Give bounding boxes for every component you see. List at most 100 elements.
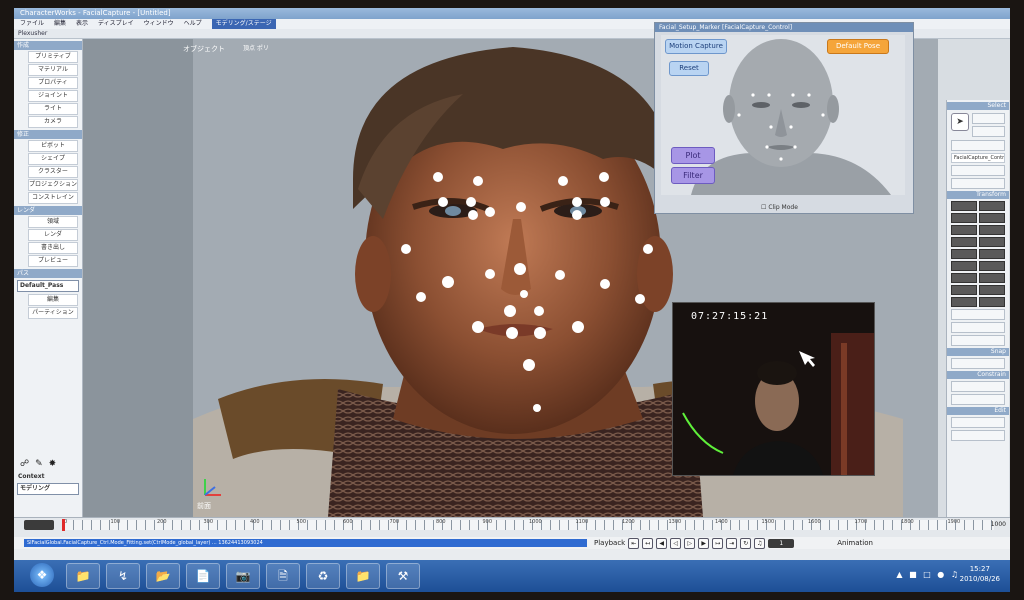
menu-help[interactable]: ヘルプ <box>184 19 202 29</box>
timeline-start-field[interactable] <box>24 520 54 530</box>
play-icon[interactable]: ▷ <box>684 537 696 549</box>
pass-item[interactable]: パーティション <box>28 307 78 319</box>
create-item[interactable]: ライト <box>28 103 78 115</box>
select-option[interactable] <box>972 126 1005 137</box>
transform-field[interactable] <box>951 261 977 271</box>
reset-button[interactable]: Reset <box>669 61 709 76</box>
constrain-option[interactable] <box>951 394 1005 405</box>
plot-button[interactable]: Plot <box>671 147 715 164</box>
create-item[interactable]: マテリアル <box>28 64 78 76</box>
select-mode-button[interactable] <box>951 140 1005 151</box>
menu-edit[interactable]: 編集 <box>54 19 66 29</box>
filter-button[interactable]: Filter <box>671 167 715 184</box>
modify-item[interactable]: プロジェクション <box>28 179 78 191</box>
loop-icon[interactable]: ↻ <box>740 537 752 549</box>
constrain-option[interactable] <box>951 381 1005 392</box>
menu-display[interactable]: ディスプレイ <box>98 19 134 29</box>
transform-field[interactable] <box>979 225 1005 235</box>
frame-field[interactable]: 1 <box>768 538 795 548</box>
step-forward-icon[interactable]: ▶ <box>698 537 710 549</box>
transform-field[interactable] <box>951 297 977 307</box>
transform-field[interactable] <box>979 213 1005 223</box>
browser-icon[interactable]: ↯ <box>106 563 140 589</box>
brush-icon[interactable]: ✸ <box>49 459 57 469</box>
create-item[interactable]: ジョイント <box>28 90 78 102</box>
timeline[interactable]: 0 100 200 300 400 500 600 700 800 900 10… <box>14 517 1010 538</box>
control-name-field[interactable]: FacialCapture_Control <box>951 153 1005 163</box>
select-arrow-icon[interactable]: ➤ <box>951 113 969 131</box>
transform-field[interactable] <box>979 201 1005 211</box>
transform-field[interactable] <box>951 285 977 295</box>
context-select[interactable]: モデリング <box>17 483 79 495</box>
transform-field[interactable] <box>951 237 977 247</box>
audio-icon[interactable]: ♫ <box>754 537 766 549</box>
transform-field[interactable] <box>951 201 977 211</box>
transform-field[interactable] <box>979 237 1005 247</box>
timeline-tick-labels: 0 100 200 300 400 500 600 700 800 900 10… <box>64 519 961 525</box>
folder-icon[interactable]: 📁 <box>66 563 100 589</box>
transform-field[interactable] <box>951 213 977 223</box>
last-frame-icon[interactable]: ⇥ <box>726 537 738 549</box>
link-icon[interactable]: ☍ <box>20 459 29 469</box>
clock[interactable]: 15:27 2010/08/26 <box>960 564 1000 584</box>
render-item[interactable]: レンダ <box>28 229 78 241</box>
folder2-icon[interactable]: 📁 <box>346 563 380 589</box>
hierarchy-button[interactable] <box>951 178 1005 189</box>
transform-option[interactable] <box>951 309 1005 320</box>
explorer-icon[interactable]: 📂 <box>146 563 180 589</box>
modify-item[interactable]: コンストレイン <box>28 192 78 204</box>
modify-item[interactable]: シェイプ <box>28 153 78 165</box>
transform-field[interactable] <box>951 225 977 235</box>
menu-file[interactable]: ファイル <box>20 19 44 29</box>
mode-selector[interactable]: モデリング/ステージ <box>211 19 276 29</box>
command-output[interactable]: SIFacialGlobal.FacialCapture_Ctrl.Mode_F… <box>24 539 587 547</box>
transform-field[interactable] <box>979 261 1005 271</box>
create-item[interactable]: カメラ <box>28 116 78 128</box>
transform-field[interactable] <box>979 273 1005 283</box>
default-pose-button[interactable]: Default Pose <box>827 39 889 54</box>
menu-window[interactable]: ウィンドウ <box>144 19 174 29</box>
motion-capture-button[interactable]: Motion Capture <box>665 39 727 54</box>
first-frame-icon[interactable]: ⇤ <box>628 537 640 549</box>
create-item[interactable]: プロパティ <box>28 77 78 89</box>
render-item[interactable]: 領域 <box>28 216 78 228</box>
transform-field[interactable] <box>951 249 977 259</box>
hierarchy-button[interactable] <box>951 165 1005 176</box>
menu-view[interactable]: 表示 <box>76 19 88 29</box>
render-item[interactable]: 書き出し <box>28 242 78 254</box>
prev-key-icon[interactable]: ↤ <box>642 537 654 549</box>
tray-icons[interactable]: ▲ ■ □ ● ♫ <box>896 570 960 579</box>
document-icon[interactable]: 🗎 <box>266 563 300 589</box>
pass-item[interactable]: 編集 <box>28 294 78 306</box>
playhead[interactable] <box>62 519 65 531</box>
select-option[interactable] <box>972 113 1005 124</box>
start-button[interactable]: ❖ <box>30 563 54 587</box>
play-reverse-icon[interactable]: ◁ <box>670 537 682 549</box>
transform-field[interactable] <box>979 297 1005 307</box>
create-item[interactable]: プリミティブ <box>28 51 78 63</box>
notes-icon[interactable]: 📄 <box>186 563 220 589</box>
transform-option[interactable] <box>951 322 1005 333</box>
tool-icon[interactable]: ⚒ <box>386 563 420 589</box>
image-icon[interactable]: 📷 <box>226 563 260 589</box>
checkbox-icon: ☐ <box>761 204 767 211</box>
pass-select[interactable]: Default_Pass <box>17 280 79 292</box>
context-label: Context <box>18 473 45 480</box>
edit-option[interactable] <box>951 417 1005 428</box>
snap-option[interactable] <box>951 358 1005 369</box>
next-key-icon[interactable]: ↦ <box>712 537 724 549</box>
edit-option[interactable] <box>951 430 1005 441</box>
transform-field[interactable] <box>979 285 1005 295</box>
timeline-end-value[interactable]: 1000 <box>991 521 1006 528</box>
clip-mode-checkbox[interactable]: ☐ Clip Mode <box>761 204 798 211</box>
toolbar-label[interactable]: Plexusher <box>18 30 47 37</box>
pen-icon[interactable]: ✎ <box>35 459 43 469</box>
modify-item[interactable]: クラスター <box>28 166 78 178</box>
transform-field[interactable] <box>979 249 1005 259</box>
transform-field[interactable] <box>951 273 977 283</box>
app-icon[interactable]: ♻ <box>306 563 340 589</box>
transform-option[interactable] <box>951 335 1005 346</box>
modify-item[interactable]: ピボット <box>28 140 78 152</box>
render-item[interactable]: プレビュー <box>28 255 78 267</box>
step-back-icon[interactable]: ◀ <box>656 537 668 549</box>
